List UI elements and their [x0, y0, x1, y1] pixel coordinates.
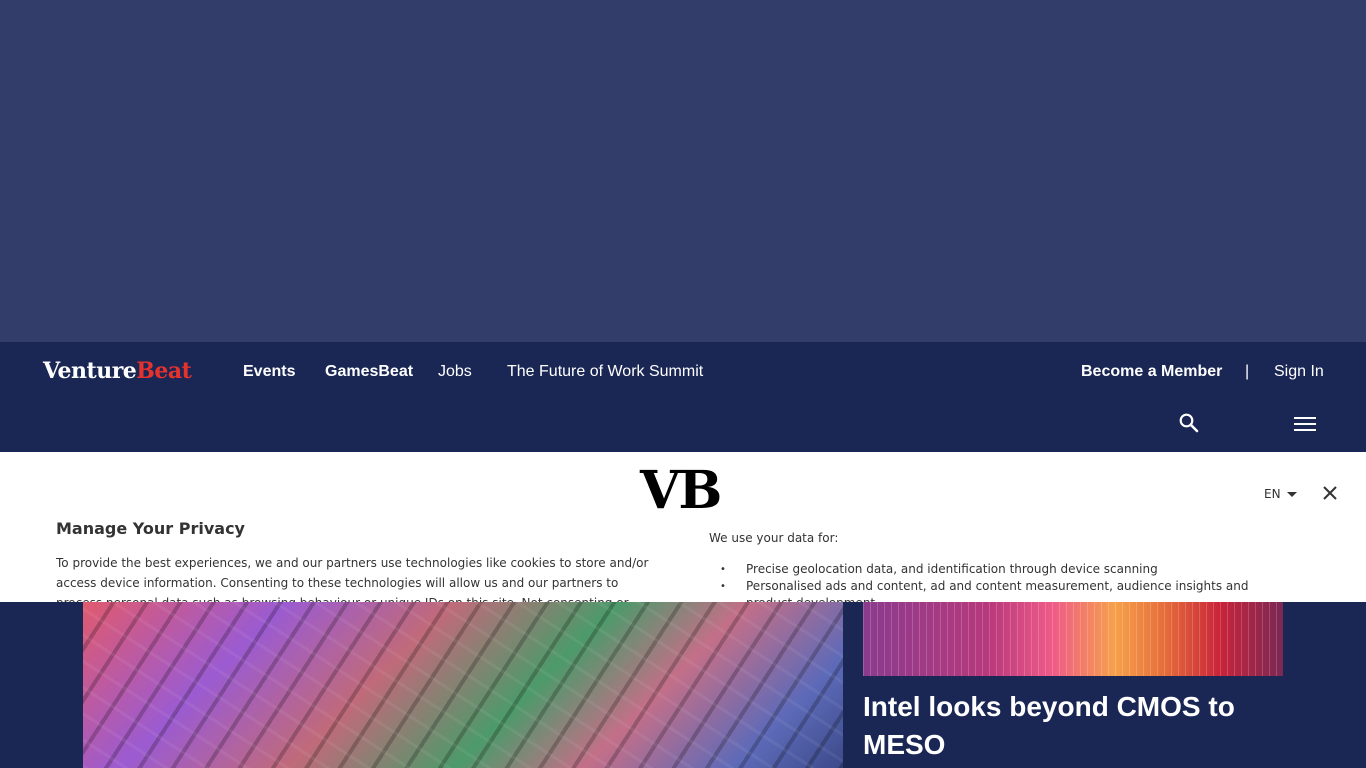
- language-selector[interactable]: EN: [1264, 487, 1297, 501]
- article-headline[interactable]: Intel looks beyond CMOS to MESO: [863, 688, 1283, 764]
- privacy-consent-dialog: VB EN Manage Your Privacy To provide the…: [0, 452, 1366, 602]
- hero-image[interactable]: [83, 602, 843, 768]
- become-member-link[interactable]: Become a Member: [1081, 363, 1222, 381]
- hamburger-menu-icon[interactable]: [1294, 417, 1316, 435]
- nav-separator: |: [1245, 363, 1250, 380]
- nav-gamesbeat[interactable]: GamesBeat: [325, 363, 413, 381]
- ad-placeholder: [0, 0, 1366, 342]
- data-use-item: Precise geolocation data, and identifica…: [720, 561, 1280, 578]
- nav-jobs[interactable]: Jobs: [438, 363, 472, 381]
- site-header: [0, 342, 1366, 452]
- search-icon[interactable]: [1178, 412, 1200, 434]
- language-label: EN: [1264, 487, 1281, 501]
- caret-down-icon: [1286, 492, 1297, 497]
- privacy-description: To provide the best experiences, we and …: [56, 556, 649, 602]
- nav-future-of-work-summit[interactable]: The Future of Work Summit: [507, 363, 703, 381]
- close-icon[interactable]: [1320, 483, 1340, 503]
- nav-events[interactable]: Events: [243, 363, 295, 381]
- sign-in-link[interactable]: Sign In: [1274, 363, 1324, 381]
- data-use-heading: We use your data for:: [709, 531, 839, 545]
- data-use-list: Precise geolocation data, and identifica…: [720, 561, 1280, 602]
- vb-logo: VB: [640, 460, 722, 521]
- article-thumbnail[interactable]: [863, 602, 1283, 676]
- data-use-item: Personalised ads and content, ad and con…: [720, 578, 1280, 602]
- venturebeat-logo[interactable]: VentureBeat: [43, 358, 192, 384]
- privacy-title: Manage Your Privacy: [56, 519, 245, 538]
